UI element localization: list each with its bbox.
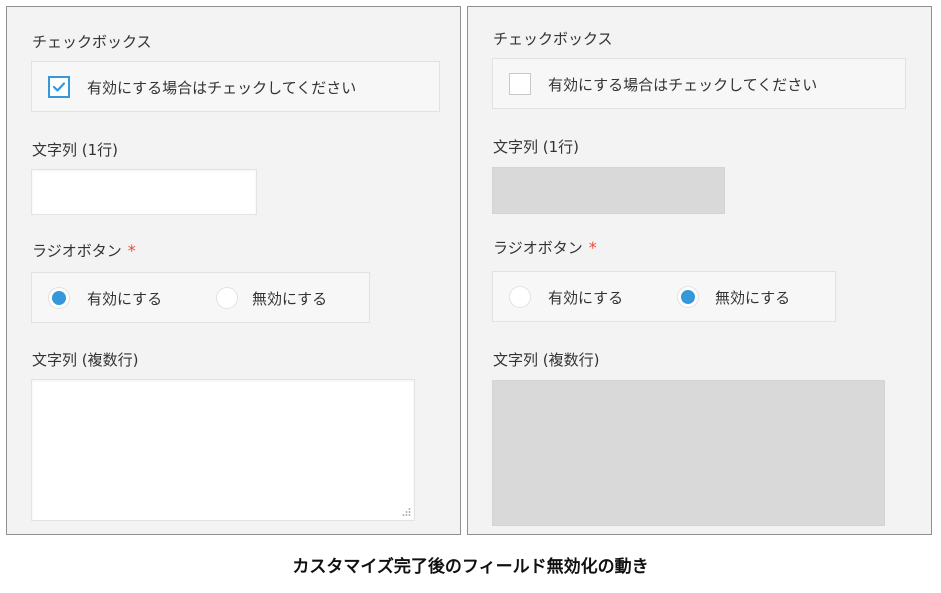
text-multi-textarea-disabled bbox=[492, 380, 885, 526]
enable-checkbox[interactable] bbox=[48, 76, 70, 98]
text-multi-label: 文字列 (複数行) bbox=[493, 351, 600, 369]
checkbox-field-label: チェックボックス bbox=[493, 30, 613, 48]
form-panel-left: チェックボックス 有効にする場合はチェックしてください 文字列 (1行) ラジオ… bbox=[6, 6, 461, 535]
radio-label-text: ラジオボタン bbox=[493, 239, 583, 257]
radio-field-label: ラジオボタン * bbox=[493, 237, 597, 258]
radio-enable[interactable] bbox=[48, 287, 70, 309]
figure-caption: カスタマイズ完了後のフィールド無効化の動き bbox=[292, 557, 649, 577]
radio-disable-label: 無効にする bbox=[715, 289, 791, 307]
radio-field-label: ラジオボタン * bbox=[32, 240, 136, 261]
resize-grip-icon[interactable] bbox=[401, 507, 411, 517]
text-single-label: 文字列 (1行) bbox=[32, 141, 119, 159]
radio-option-group: 有効にする 無効にする bbox=[31, 272, 370, 323]
radio-enable-label: 有効にする bbox=[548, 289, 624, 307]
enable-checkbox[interactable] bbox=[509, 73, 531, 95]
checkbox-option-label: 有効にする場合はチェックしてください bbox=[548, 76, 818, 94]
text-multi-label: 文字列 (複数行) bbox=[32, 351, 139, 369]
checkbox-option-group: 有効にする場合はチェックしてください bbox=[31, 61, 440, 112]
radio-label-text: ラジオボタン bbox=[32, 242, 122, 260]
text-single-input[interactable] bbox=[31, 169, 257, 215]
radio-enable[interactable] bbox=[509, 286, 531, 308]
checkbox-field-label: チェックボックス bbox=[32, 33, 152, 51]
radio-disable-label: 無効にする bbox=[252, 290, 328, 308]
checkbox-option-group: 有効にする場合はチェックしてください bbox=[492, 58, 906, 109]
text-single-label: 文字列 (1行) bbox=[493, 138, 580, 156]
text-single-input-disabled bbox=[492, 167, 725, 214]
checkmark-icon bbox=[52, 82, 66, 92]
form-panel-right: チェックボックス 有効にする場合はチェックしてください 文字列 (1行) ラジオ… bbox=[467, 6, 932, 535]
required-mark: * bbox=[127, 241, 136, 260]
radio-enable-label: 有効にする bbox=[87, 290, 163, 308]
radio-disable[interactable] bbox=[216, 287, 238, 309]
checkbox-option-label: 有効にする場合はチェックしてください bbox=[87, 79, 357, 97]
required-mark: * bbox=[588, 238, 597, 257]
radio-disable[interactable] bbox=[677, 286, 699, 308]
radio-option-group: 有効にする 無効にする bbox=[492, 271, 836, 322]
text-multi-textarea[interactable] bbox=[31, 379, 415, 521]
